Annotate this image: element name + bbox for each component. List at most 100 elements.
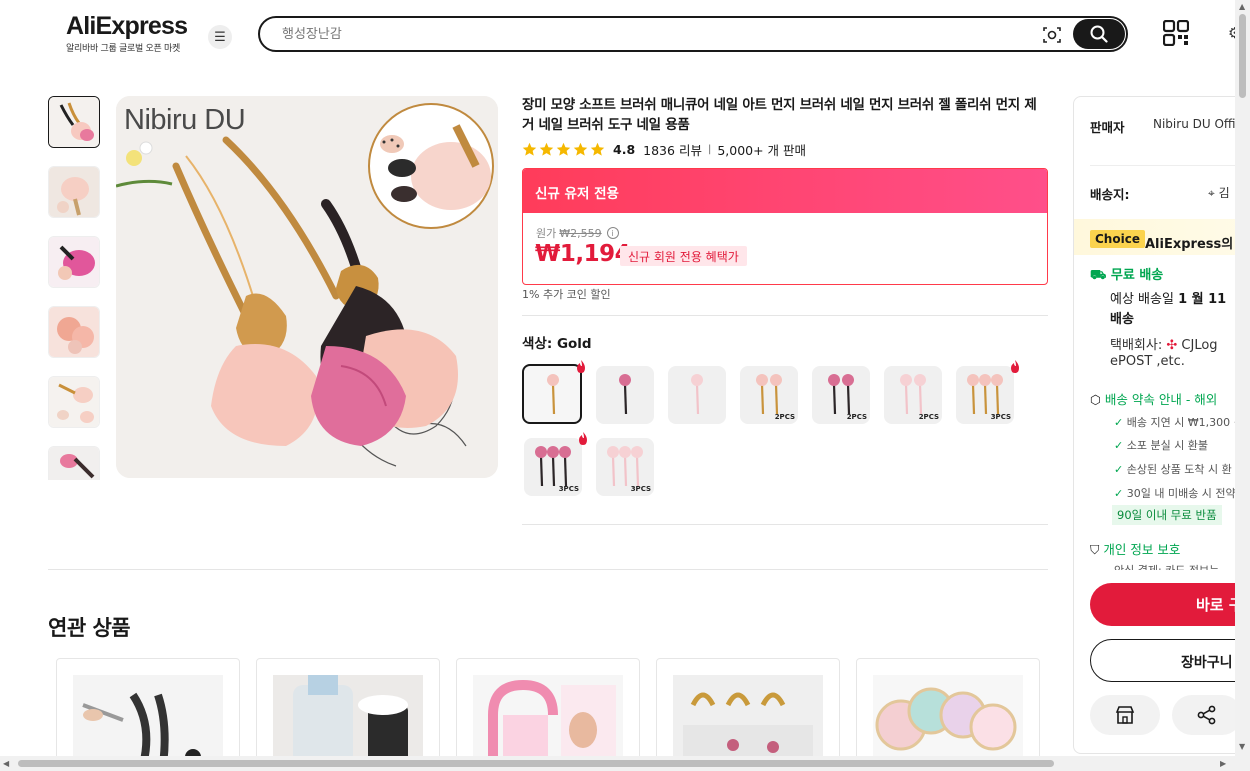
thumbnail-6[interactable] — [48, 446, 100, 480]
related-product-image — [473, 675, 623, 765]
promise-item: ✓ 배송 지연 시 ₩1,300 · — [1114, 414, 1237, 430]
swatch-count: 2PCS — [774, 413, 795, 421]
scroll-right-arrow-icon[interactable]: ▶ — [1220, 759, 1226, 768]
color-swatch[interactable]: 2PCS — [812, 366, 870, 424]
seller-panel: 판매자 Nibiru DU Offic 배송지: ⌖ 김 Choice AliE… — [1073, 96, 1250, 754]
thumbnail-5[interactable] — [48, 376, 100, 428]
thumbnail-2[interactable] — [48, 166, 100, 218]
ship-to-label: 배송지: — [1090, 187, 1130, 202]
rating-value: 4.8 — [613, 141, 636, 157]
eta-prefix: 예상 배송일 — [1110, 292, 1179, 307]
privacy-sub: 안심 결제: 카드 정보는 — [1114, 562, 1219, 570]
color-swatch[interactable] — [668, 366, 726, 424]
swatch-count: 3PCS — [558, 485, 579, 493]
sale-price: ₩1,194 — [535, 241, 631, 267]
scroll-down-arrow-icon[interactable]: ▼ — [1239, 742, 1245, 751]
aliexpress-logo[interactable]: AliExpress 알리바바 그룹 글로벌 오픈 마켓 — [66, 12, 191, 56]
related-products-title: 연관 상품 — [48, 616, 131, 640]
star-icon — [590, 142, 605, 156]
add-to-cart-button[interactable]: 장바구니 — [1090, 639, 1250, 682]
star-rating — [522, 142, 605, 157]
privacy-title: 개인 정보 보호 — [1103, 542, 1181, 557]
vertical-scrollbar[interactable]: ▲ ▼ — [1235, 0, 1250, 771]
review-count[interactable]: 1836 리뷰 — [643, 140, 702, 159]
carrier-logo-icon: ✣ — [1166, 338, 1178, 353]
ship-to-location: 김 — [1218, 186, 1230, 200]
related-product-image — [273, 675, 423, 765]
new-user-promo-box: 신규 유저 전용 원가 ₩2,559 i ₩1,194 신규 회원 전용 혜택가 — [522, 168, 1048, 285]
hot-fire-icon — [579, 432, 587, 445]
vertical-scroll-thumb[interactable] — [1239, 14, 1246, 98]
horizontal-scrollbar[interactable]: ◀ ▶ — [0, 756, 1235, 771]
buy-now-button[interactable]: 바로 구 — [1090, 583, 1250, 626]
color-swatch[interactable] — [596, 366, 654, 424]
related-product-card[interactable] — [256, 658, 440, 771]
search-input[interactable] — [282, 24, 1022, 44]
color-swatch[interactable]: 2PCS — [884, 366, 942, 424]
brand-overlay-text: Nibiru DU — [124, 104, 246, 136]
info-icon[interactable]: i — [606, 227, 619, 239]
divider — [522, 524, 1048, 525]
product-photo — [116, 96, 498, 478]
shield-icon: ⛉ — [1090, 542, 1100, 557]
color-swatch[interactable]: 2PCS — [740, 366, 798, 424]
related-product-card[interactable] — [456, 658, 640, 771]
check-icon: ✓ — [1114, 416, 1124, 429]
share-icon — [1197, 705, 1216, 725]
thumbnail-list — [48, 96, 102, 480]
check-icon: ✓ — [1114, 463, 1124, 476]
related-product-card[interactable] — [56, 658, 240, 771]
hot-fire-icon — [577, 360, 585, 373]
swatch-count: 3PCS — [990, 413, 1011, 421]
scroll-left-arrow-icon[interactable]: ◀ — [3, 759, 9, 768]
promise-text: 소포 분실 시 환불 — [1126, 439, 1209, 452]
color-swatch[interactable]: 3PCS — [956, 360, 1019, 424]
promise-text: 손상된 상품 도착 시 환 — [1126, 463, 1232, 476]
package-icon: ⬡ — [1090, 392, 1101, 407]
search-button[interactable] — [1073, 19, 1125, 49]
thumbnail-1[interactable] — [48, 96, 100, 148]
related-product-card[interactable] — [656, 658, 840, 771]
color-swatch[interactable]: 3PCS — [524, 432, 587, 496]
ship-to-row[interactable]: 배송지: ⌖ 김 — [1090, 184, 1230, 203]
color-swatch[interactable]: 3PCS — [596, 438, 654, 496]
seller-row[interactable]: 판매자 Nibiru DU Offic — [1090, 117, 1242, 136]
image-search-icon[interactable] — [1042, 25, 1062, 45]
thumbnail-3[interactable] — [48, 236, 100, 288]
seller-name[interactable]: Nibiru DU Offic — [1153, 117, 1242, 131]
main-product-image[interactable]: Nibiru DU — [116, 96, 498, 478]
menu-button[interactable]: ☰ — [208, 25, 232, 49]
divider — [522, 315, 1048, 316]
horizontal-scroll-thumb[interactable] — [18, 760, 1054, 767]
thumbnail-4[interactable] — [48, 306, 100, 358]
original-price-row: 원가 ₩2,559 i — [536, 225, 619, 241]
logo-text: AliExpress — [66, 12, 188, 40]
delivery-promise-title: 배송 약속 안내 - 해외 — [1104, 392, 1218, 407]
privacy-protection[interactable]: ⛉ 개인 정보 보호 — [1090, 539, 1180, 558]
swatch-count: 2PCS — [918, 413, 939, 421]
swatch-image — [691, 374, 703, 415]
star-icon — [573, 142, 588, 156]
color-swatch[interactable] — [522, 360, 585, 424]
related-product-image — [873, 675, 1023, 765]
swatch-count: 3PCS — [630, 485, 651, 493]
sold-count: 5,000+ 개 판매 — [717, 142, 807, 158]
store-button[interactable] — [1090, 695, 1160, 735]
related-product-card[interactable] — [856, 658, 1040, 771]
star-icon — [556, 142, 571, 156]
rating-row[interactable]: 4.8 1836 리뷰 | 5,000+ 개 판매 — [522, 140, 806, 158]
swatch-count: 2PCS — [846, 413, 867, 421]
ship-to-value[interactable]: ⌖ 김 — [1208, 184, 1230, 201]
delivery-promise[interactable]: ⬡ 배송 약속 안내 - 해외 — [1090, 389, 1217, 408]
share-button[interactable] — [1172, 695, 1242, 735]
qr-code-icon[interactable] — [1163, 20, 1189, 46]
promise-text: 배송 지연 시 ₩1,300 · — [1126, 416, 1238, 429]
search-bar — [258, 16, 1128, 52]
eta-date: 1 월 11 — [1178, 292, 1227, 307]
star-icon — [522, 142, 537, 156]
star-icon — [539, 142, 554, 156]
aliexpress-product-page: AliExpress 알리바바 그룹 글로벌 오픈 마켓 ☰ ⚙ — [0, 0, 1250, 771]
carrier-label: 택배회사: — [1110, 338, 1163, 353]
scroll-up-arrow-icon[interactable]: ▲ — [1239, 2, 1245, 11]
check-icon: ✓ — [1114, 439, 1124, 452]
